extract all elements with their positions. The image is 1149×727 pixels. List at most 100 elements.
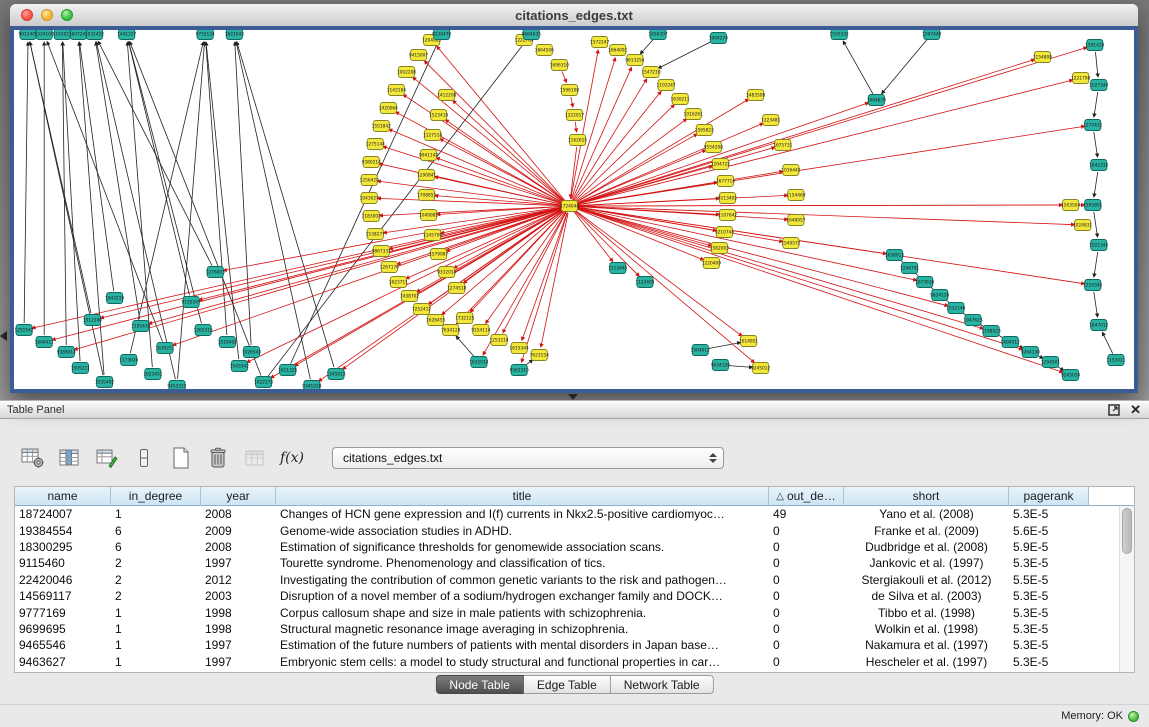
graph-node[interactable]: 1614851 [739, 336, 758, 347]
graph-node[interactable]: 1294501 [1041, 357, 1060, 368]
graph-node[interactable]: 1183002 [362, 211, 381, 222]
table-cell[interactable]: 5.5E-5 [1009, 573, 1089, 587]
table-cell[interactable]: Structural magnetic resonance image aver… [276, 622, 769, 636]
tab-network-table[interactable]: Network Table [611, 675, 714, 694]
table-cell[interactable]: 2 [111, 589, 201, 603]
graph-node[interactable]: 1596108 [560, 85, 579, 96]
graph-node[interactable]: 1276003 [206, 267, 225, 278]
graph-node[interactable]: 1664879 [867, 95, 886, 106]
close-panel-icon[interactable]: ✕ [1130, 403, 1141, 416]
graph-node[interactable]: 1210345 [1083, 280, 1102, 291]
table-cell[interactable]: Stergiakouli et al. (2012) [844, 573, 1009, 587]
graph-node[interactable]: 1043219 [105, 293, 124, 304]
table-cell[interactable]: 19384554 [15, 524, 111, 538]
graph-node[interactable]: 1628455 [426, 315, 445, 326]
graph-node[interactable]: 1630211 [671, 94, 690, 105]
graph-node[interactable]: 1412208 [437, 90, 456, 101]
graph-node[interactable]: 9210744 [715, 227, 734, 238]
table-cell[interactable]: 5.9E-5 [1009, 540, 1089, 554]
table-panel-header[interactable]: Table Panel ✕ [0, 400, 1149, 419]
graph-node[interactable]: 1591420 [1085, 40, 1104, 51]
table-row[interactable]: 911546021997Tourette syndrome. Phenomeno… [15, 555, 1119, 571]
graph-node[interactable]: 9755124 [196, 30, 215, 40]
table-cell[interactable]: 1 [111, 638, 201, 652]
graph-node[interactable]: 1277431 [1083, 120, 1102, 131]
graph-node[interactable]: 1647012 [1089, 320, 1108, 331]
column-header-pagerank[interactable]: pagerank [1009, 487, 1089, 506]
graph-node[interactable]: 1503504 [1061, 200, 1080, 211]
graph-node[interactable]: 1547210 [641, 67, 660, 78]
graph-node[interactable]: 9245012 [751, 363, 770, 374]
table-cell[interactable]: 6 [111, 540, 201, 554]
graph-node[interactable]: 1604512 [1001, 337, 1020, 348]
table-scrollbar[interactable] [1119, 506, 1134, 672]
table-cell[interactable]: 14569117 [15, 589, 111, 603]
table-cell[interactable]: 9463627 [15, 655, 111, 669]
zoom-window-button[interactable] [61, 9, 73, 21]
table-cell[interactable]: 0 [769, 556, 844, 570]
graph-node[interactable]: 1274518 [447, 283, 466, 294]
table-cell[interactable]: 1998 [201, 606, 276, 620]
table-cell[interactable]: Wolkin et al. (1998) [844, 622, 1009, 636]
graph-node[interactable]: 1579987 [429, 249, 448, 260]
graph-node[interactable]: 1532146 [946, 303, 965, 314]
graph-node[interactable]: 1524100 [35, 30, 54, 40]
graph-node[interactable]: 1102247 [656, 80, 675, 91]
table-cell[interactable]: 9777169 [15, 606, 111, 620]
graph-node[interactable]: 1290841 [417, 170, 436, 181]
graph-node[interactable]: 7623154 [530, 350, 549, 361]
graph-node[interactable]: 1677714 [716, 176, 735, 187]
graph-node[interactable]: 9245034 [1061, 370, 1080, 381]
table-row[interactable]: 2242004622012Investigating the contribut… [15, 572, 1119, 588]
graph-node[interactable]: 1615344 [510, 343, 529, 354]
table-cell[interactable]: Estimation of significance thresholds fo… [276, 540, 769, 554]
graph-node[interactable]: 1004274 [709, 33, 728, 44]
graph-node[interactable]: 1145790 [423, 230, 442, 241]
table-cell[interactable]: 49 [769, 507, 844, 521]
graph-node[interactable]: 9415007 [409, 50, 428, 61]
table-cell[interactable]: 1 [111, 655, 201, 669]
graph-node[interactable]: 1483508 [746, 90, 765, 101]
table-cell[interactable]: 0 [769, 606, 844, 620]
create-table-icon[interactable] [168, 445, 194, 471]
table-cell[interactable]: 9115460 [15, 556, 111, 570]
table-cell[interactable]: 0 [769, 524, 844, 538]
graph-node[interactable]: 1648957 [786, 215, 805, 226]
table-cell[interactable]: 1997 [201, 655, 276, 669]
table-cell[interactable]: Dudbridge et al. (2008) [844, 540, 1009, 554]
column-header-in-degree[interactable]: in_degree [111, 487, 201, 506]
graph-node[interactable]: 1016261 [684, 109, 703, 120]
table-cell[interactable]: Franke et al. (2009) [844, 524, 1009, 538]
graph-node[interactable]: 1595801 [1083, 200, 1102, 211]
graph-node[interactable]: 1664091 [608, 45, 627, 56]
table-cell[interactable]: 1997 [201, 556, 276, 570]
table-cell[interactable]: 2 [111, 573, 201, 587]
table-cell[interactable]: 0 [769, 622, 844, 636]
graph-node[interactable]: 1223481 [761, 115, 780, 126]
graph-node[interactable]: 9834120 [930, 290, 949, 301]
minimize-window-button[interactable] [41, 9, 53, 21]
table-cell[interactable]: 2003 [201, 589, 276, 603]
graph-node[interactable]: 9154114 [471, 325, 490, 336]
table-cell[interactable]: 2012 [201, 573, 276, 587]
graph-node[interactable]: 1251542 [14, 325, 33, 336]
table-cell[interactable]: 5.3E-5 [1009, 556, 1089, 570]
table-cell[interactable]: Investigating the contribution of common… [276, 573, 769, 587]
table-cell[interactable]: 2 [111, 556, 201, 570]
graph-node[interactable]: 9664035 [522, 30, 541, 40]
column-header-out-de-[interactable]: △out_de… [769, 487, 844, 506]
graph-node[interactable]: 1123405 [635, 277, 654, 288]
network-graph[interactable]: 1724048120408394150071002208114318414200… [14, 30, 1134, 389]
table-cell[interactable]: 5.3E-5 [1009, 507, 1089, 521]
graph-node[interactable]: 9941142 [419, 150, 438, 161]
graph-node[interactable]: 1267170 [380, 262, 399, 273]
graph-node[interactable]: 1518402 [218, 337, 237, 348]
graph-node[interactable]: 1154808 [1033, 52, 1052, 63]
column-header-name[interactable]: name [15, 487, 111, 506]
table-settings-icon[interactable] [20, 445, 46, 471]
graph-node[interactable]: 1038913 [885, 250, 904, 261]
graph-node[interactable]: 9453312 [167, 381, 186, 390]
graph-node[interactable]: 1173024 [119, 355, 138, 366]
graph-node[interactable]: 1016442 [781, 165, 800, 176]
graph-node[interactable]: 1198523 [982, 326, 1001, 337]
